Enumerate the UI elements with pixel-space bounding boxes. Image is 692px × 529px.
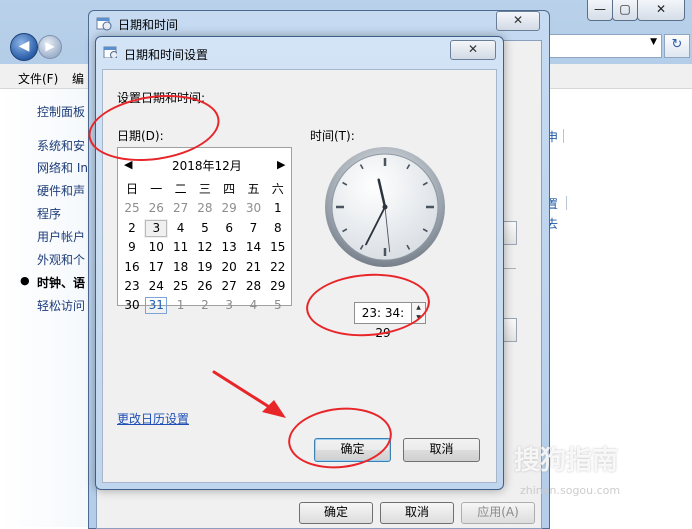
calendar-day[interactable]: 13 [217,238,241,257]
calendar-day[interactable]: 29 [217,199,241,218]
sidebar-item-network[interactable]: 网络和 In [37,159,88,176]
calendar-day[interactable]: 4 [169,219,193,238]
minimize-button[interactable]: — [587,0,613,21]
settings-cancel-button[interactable]: 取消 [403,438,480,462]
calendar-day[interactable]: 28 [193,199,217,218]
settings-dialog-title: 日期和时间设置 [124,48,209,62]
calendar-day[interactable]: 9 [120,238,144,257]
cancel-button[interactable]: 取消 [380,502,454,524]
calendar-day[interactable]: 19 [193,258,217,277]
apply-button[interactable]: 应用(A) [461,502,535,524]
link-separator [566,196,567,210]
calendar-day[interactable]: 7 [242,219,266,238]
watermark-url: zhinan.sogou.com [520,484,621,497]
calendar-day[interactable]: 2 [193,296,217,315]
calendar-day[interactable]: 24 [144,277,168,296]
refresh-icon[interactable]: ↻ [664,34,690,58]
calendar-day[interactable]: 12 [193,238,217,257]
calendar-day[interactable]: 1 [266,199,290,218]
calendar-day[interactable]: 14 [242,238,266,257]
calendar-day[interactable]: 5 [193,219,217,238]
window-close-button[interactable]: ✕ [637,0,685,21]
sidebar-item-clock-language[interactable]: 时钟、语 [37,274,85,291]
calendar-day[interactable]: 11 [169,238,193,257]
calendar-day[interactable]: 28 [242,277,266,296]
time-label: 时间(T): [310,129,355,143]
change-calendar-settings-link[interactable]: 更改日历设置 [117,410,189,427]
watermark: 搜狗指南 [514,446,619,476]
next-month-icon[interactable]: ▶ [277,158,285,171]
calendar-day[interactable]: 15 [266,238,290,257]
calendar-day[interactable]: 27 [169,199,193,218]
calendar-day[interactable]: 22 [266,258,290,277]
weekday-header: 四 [223,182,236,196]
weekday-header: 一 [150,182,163,196]
link-separator [563,129,564,143]
calendar-day[interactable]: 21 [242,258,266,277]
calendar-month-title[interactable]: 2018年12月 [172,157,242,174]
menu-edit[interactable]: 编 [72,70,84,87]
weekday-header: 二 [174,182,187,196]
forward-arrow-icon[interactable]: ▶ [38,35,62,59]
dropdown-arrow-icon[interactable]: ▼ [650,37,657,47]
active-bullet-icon: ● [20,274,30,287]
annotation-arrow-icon [212,370,286,418]
calendar-day[interactable]: 5 [266,296,290,315]
sidebar-item-user-accounts[interactable]: 用户帐户 [37,228,85,245]
date-time-dialog-title: 日期和时间 [118,18,179,32]
calendar-day[interactable]: 23 [120,277,144,296]
back-arrow-icon[interactable]: ◀ [10,33,38,61]
calendar-day[interactable]: 2 [120,219,144,238]
calendar-day[interactable]: 3 [217,296,241,315]
menu-file[interactable]: 文件(F) [18,70,58,87]
calendar-day[interactable]: 18 [169,258,193,277]
sidebar-item-control-panel-home[interactable]: 控制面板 [37,103,85,120]
calendar-day[interactable]: 3 [144,218,169,238]
weekday-header: 六 [271,182,284,196]
sidebar-item-ease-of-access[interactable]: 轻松访问 [37,297,85,314]
settings-dialog-close-button[interactable]: ✕ [450,40,496,60]
analog-clock [325,147,445,267]
calendar-day[interactable]: 27 [217,277,241,296]
ok-button[interactable]: 确定 [299,502,373,524]
weekday-header: 三 [198,182,211,196]
calendar-day[interactable]: 17 [144,258,168,277]
calendar-day[interactable]: 30 [120,296,144,315]
calendar-day[interactable]: 31 [144,296,168,315]
sidebar-item-system-security[interactable]: 系统和安 [37,137,85,154]
calendar-day[interactable]: 8 [266,219,290,238]
calendar-day[interactable]: 6 [217,219,241,238]
calendar-day[interactable]: 4 [242,296,266,315]
calendar-day[interactable]: 16 [120,258,144,277]
calendar-day[interactable]: 30 [242,199,266,218]
calendar-day[interactable]: 25 [120,199,144,218]
calendar-day[interactable]: 20 [217,258,241,277]
date-time-dialog-close-button[interactable]: ✕ [496,11,540,31]
weekday-header: 五 [247,182,260,196]
date-time-settings-icon [103,46,117,58]
calendar-day[interactable]: 26 [193,277,217,296]
sidebar-item-hardware-sound[interactable]: 硬件和声 [37,182,85,199]
calendar-day[interactable]: 29 [266,277,290,296]
address-bar[interactable]: ▼ [540,34,662,58]
calendar-day[interactable]: 10 [144,238,168,257]
calendar-day[interactable]: 1 [169,296,193,315]
maximize-button[interactable]: ▢ [612,0,638,21]
weekday-header: 日 [125,182,138,196]
sidebar-item-appearance[interactable]: 外观和个 [37,251,85,268]
sidebar-item-programs[interactable]: 程序 [37,205,61,222]
calendar-day[interactable]: 25 [169,277,193,296]
calendar-day[interactable]: 26 [144,199,168,218]
date-time-icon [96,17,112,31]
